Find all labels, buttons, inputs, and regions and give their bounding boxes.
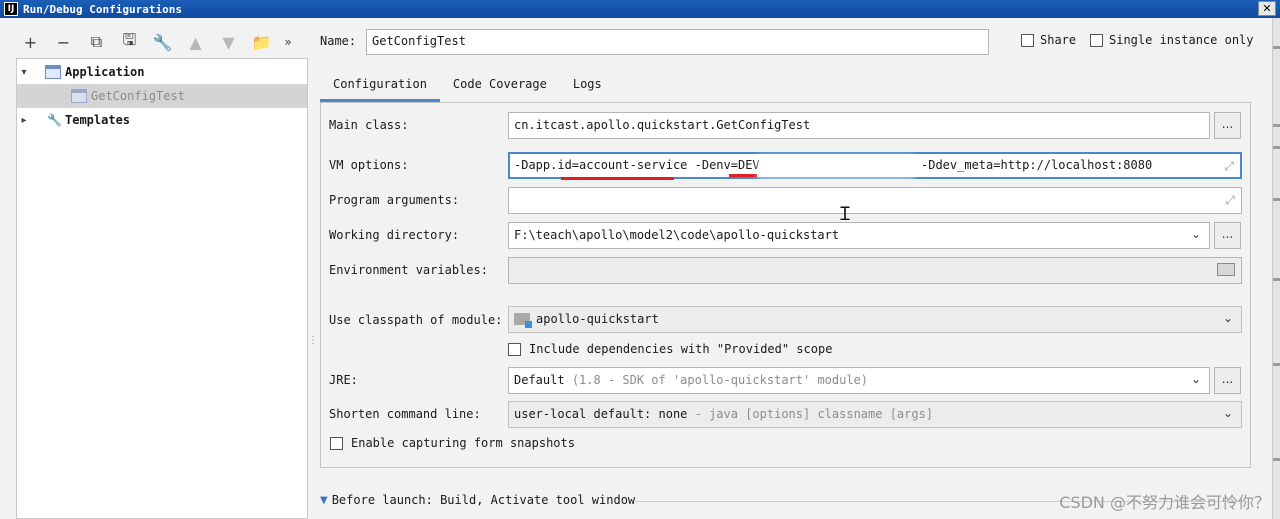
chevron-down-icon[interactable]: ▾ <box>17 67 31 78</box>
environment-variables-field[interactable] <box>508 257 1242 284</box>
scroll-marker <box>1273 198 1280 201</box>
browse-directory-button[interactable]: ... <box>1214 222 1241 249</box>
close-icon[interactable]: ✕ <box>1258 1 1276 16</box>
add-icon[interactable]: + <box>18 31 43 53</box>
watermark: CSDN @不努力谁会可怜你？ <box>1059 493 1270 512</box>
jre-label: JRE: <box>329 373 358 387</box>
module-icon <box>514 313 532 328</box>
window-title: Run/Debug Configurations <box>23 2 182 16</box>
working-directory-value: F:\teach\apollo\model2\code\apollo-quick… <box>514 228 840 242</box>
shorten-command-line-label: Shorten command line: <box>329 407 481 421</box>
enable-snapshots-label: Enable capturing form snapshots <box>351 436 575 450</box>
main-class-field[interactable]: cn.itcast.apollo.quickstart.GetConfigTes… <box>508 112 1210 139</box>
jre-hint: (1.8 - SDK of 'apollo-quickstart' module… <box>571 373 869 387</box>
name-input[interactable]: GetConfigTest <box>366 29 989 55</box>
chevron-right-icon[interactable]: ▸ <box>17 115 31 126</box>
working-directory-field[interactable]: F:\teach\apollo\model2\code\apollo-quick… <box>508 222 1210 249</box>
classpath-module-label: Use classpath of module: <box>329 313 503 327</box>
tree-item-templates[interactable]: ▸ 🔧 Templates <box>17 108 307 132</box>
program-arguments-label: Program arguments: <box>329 193 460 207</box>
vm-options-text-end: -Ddev_meta=http://localhost:8080 <box>921 158 1153 172</box>
share-checkbox[interactable]: Share <box>1021 33 1076 47</box>
environment-variables-label: Environment variables: <box>329 263 488 277</box>
expand-icon[interactable]: ⤢ <box>1224 159 1234 174</box>
wrench-icon[interactable]: 🔧 <box>150 31 175 53</box>
browse-main-class-button[interactable]: ... <box>1214 112 1241 139</box>
redacted-region <box>758 156 914 178</box>
scroll-marker <box>1273 124 1280 127</box>
before-launch-section[interactable]: ▼ Before launch: Build, Activate tool wi… <box>320 493 635 507</box>
toolbar: + − ⧉ 🖫 🔧 ▲ ▼ 📁 » <box>18 30 294 54</box>
before-launch-label: Before launch: Build, Activate tool wind… <box>331 493 636 507</box>
application-icon <box>71 89 87 103</box>
program-arguments-field[interactable]: ⤢ <box>508 187 1242 214</box>
chevron-down-icon: ⌄ <box>1222 311 1233 325</box>
tree-item-label: GetConfigTest <box>91 89 185 103</box>
jre-select[interactable]: Default (1.8 - SDK of 'apollo-quickstart… <box>508 367 1210 394</box>
red-underline <box>729 174 757 177</box>
move-up-icon[interactable]: ▲ <box>183 31 208 53</box>
tab-code-coverage[interactable]: Code Coverage <box>440 72 560 102</box>
scroll-marker <box>1273 363 1280 366</box>
scroll-marker <box>1273 46 1280 49</box>
more-icon[interactable]: » <box>282 31 294 53</box>
main-class-label: Main class: <box>329 118 409 132</box>
classpath-module-value: apollo-quickstart <box>536 312 659 326</box>
scrollbar[interactable] <box>1272 18 1280 519</box>
chevron-down-icon: ⌄ <box>1190 372 1201 386</box>
expand-icon[interactable]: ⤢ <box>1225 193 1235 208</box>
move-down-icon[interactable]: ▼ <box>216 31 241 53</box>
tab-logs[interactable]: Logs <box>560 72 615 102</box>
remove-icon[interactable]: − <box>51 31 76 53</box>
checkbox[interactable] <box>1021 33 1034 47</box>
working-directory-label: Working directory: <box>329 228 460 242</box>
shorten-command-line-value: user-local default: none <box>514 407 688 421</box>
shorten-command-line-hint: - java [options] classname [args] <box>694 407 934 421</box>
jre-value: Default <box>514 373 565 387</box>
red-underline <box>561 177 674 180</box>
include-dependencies-label: Include dependencies with "Provided" sco… <box>529 342 833 356</box>
classpath-module-select[interactable]: apollo-quickstart ⌄ <box>508 306 1242 333</box>
vm-options-label: VM options: <box>329 158 409 172</box>
scroll-marker <box>1273 146 1280 149</box>
tree-item-getconfigtest[interactable]: GetConfigTest <box>17 84 307 108</box>
scroll-marker <box>1273 458 1280 461</box>
browse-jre-button[interactable]: ... <box>1214 367 1241 394</box>
share-label: Share <box>1040 33 1077 47</box>
splitter-handle[interactable]: ⋮ <box>308 335 318 346</box>
folder-icon[interactable] <box>1217 263 1235 276</box>
vm-options-text: -Dapp.id=account-service -Denv=DEV <box>514 158 760 172</box>
folder-add-icon[interactable]: 📁 <box>249 31 274 53</box>
checkbox[interactable] <box>330 436 343 450</box>
include-dependencies-checkbox[interactable]: Include dependencies with "Provided" sco… <box>508 342 832 356</box>
shorten-command-line-select[interactable]: user-local default: none - java [options… <box>508 401 1242 428</box>
name-label: Name: <box>320 34 357 48</box>
chevron-down-icon[interactable]: ⌄ <box>1191 227 1201 241</box>
intellij-icon: IJ <box>4 2 18 16</box>
checkbox[interactable] <box>1090 33 1103 47</box>
tree-item-label: Templates <box>65 113 131 127</box>
checkbox[interactable] <box>508 342 521 356</box>
tab-configuration[interactable]: Configuration <box>320 72 440 102</box>
wrench-icon: 🔧 <box>47 113 62 127</box>
tree-item-label: Application <box>65 65 145 79</box>
tab-bar: Configuration Code Coverage Logs <box>320 72 615 102</box>
config-tree: ▾ Application GetConfigTest ▸ 🔧 Template… <box>16 58 308 519</box>
scroll-marker <box>1273 278 1280 281</box>
chevron-down-icon: ⌄ <box>1222 406 1233 420</box>
application-icon <box>45 65 61 79</box>
single-instance-checkbox[interactable]: Single instance only <box>1090 33 1254 47</box>
save-icon[interactable]: 🖫 <box>117 30 142 53</box>
copy-icon[interactable]: ⧉ <box>84 31 109 53</box>
title-bar: IJ Run/Debug Configurations ✕ <box>0 0 1280 18</box>
chevron-down-icon[interactable]: ▼ <box>320 495 328 506</box>
enable-snapshots-checkbox[interactable]: Enable capturing form snapshots <box>330 436 575 450</box>
single-instance-label: Single instance only <box>1109 33 1254 47</box>
tree-item-application[interactable]: ▾ Application <box>17 60 307 84</box>
